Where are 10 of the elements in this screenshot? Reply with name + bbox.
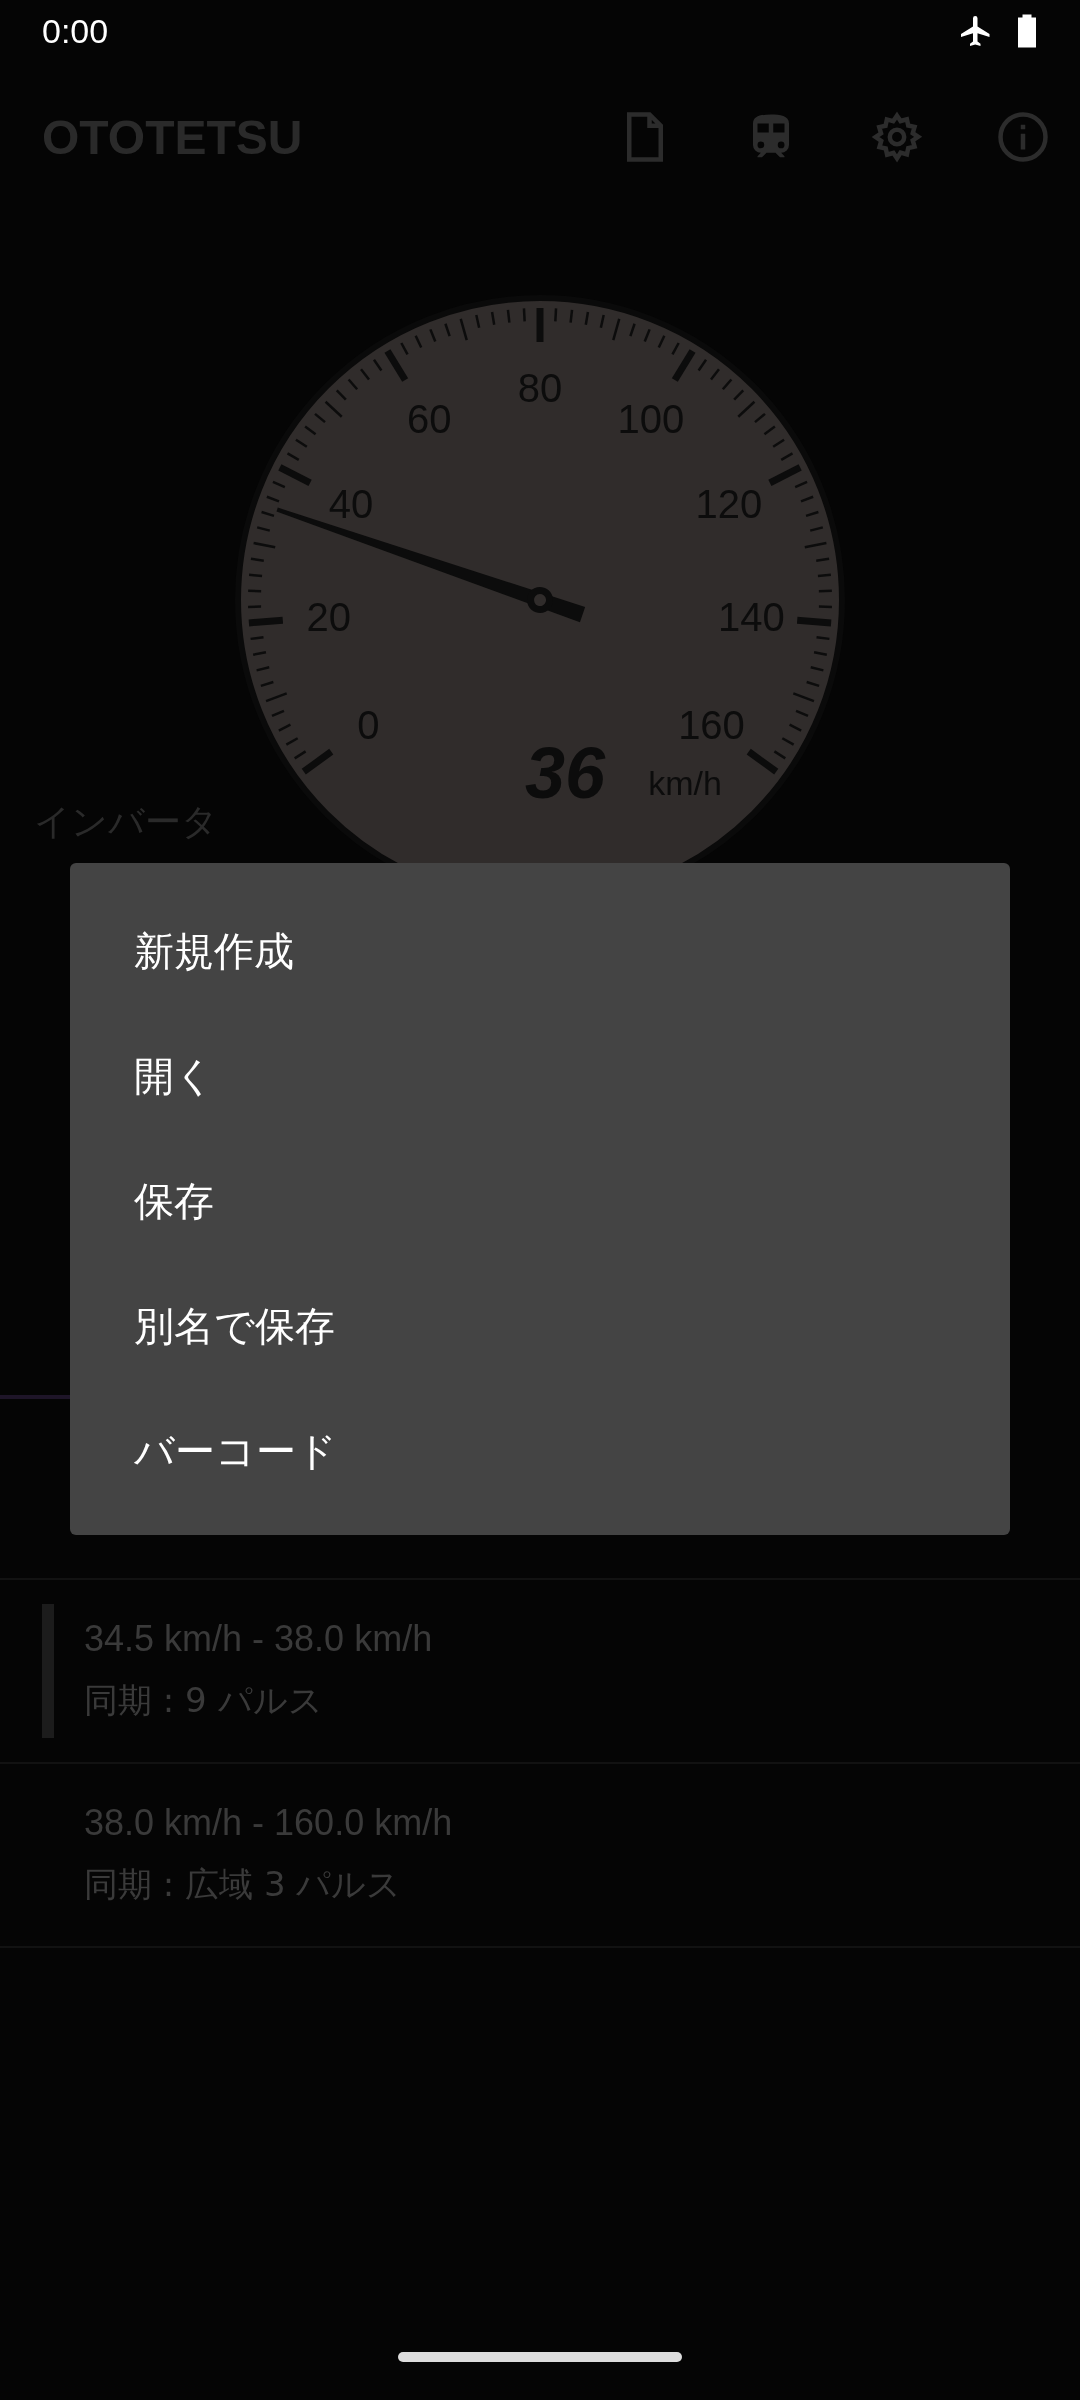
home-indicator[interactable] xyxy=(398,2352,682,2362)
menu-item[interactable]: 新規作成 xyxy=(70,889,1010,1014)
menu-item[interactable]: 保存 xyxy=(70,1139,1010,1264)
settings-icon[interactable] xyxy=(870,110,924,164)
status-time: 0:00 xyxy=(42,11,109,51)
menu-item[interactable]: バーコード xyxy=(70,1389,1010,1514)
menu-item[interactable]: 開く xyxy=(70,1014,1010,1139)
menu-item[interactable]: 別名で保存 xyxy=(70,1264,1010,1389)
info-icon[interactable] xyxy=(996,110,1050,164)
battery-icon xyxy=(1016,13,1038,49)
